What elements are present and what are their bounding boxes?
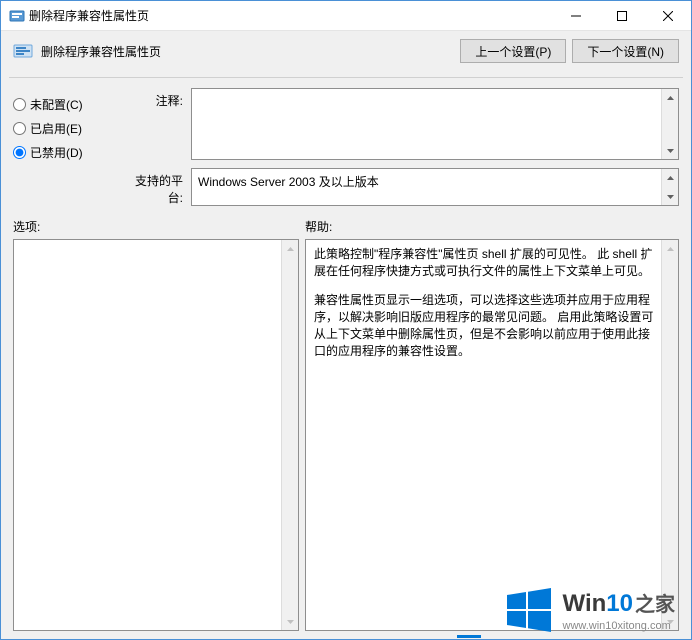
radio-disabled[interactable]: 已禁用(D) [13, 140, 109, 164]
fields-column: 注释: 支持的平台: Windows Server 2003 及以上版本 [121, 88, 679, 206]
scroll-up-icon[interactable] [662, 240, 678, 257]
radio-not-configured-label: 未配置(C) [30, 96, 83, 113]
watermark: Win10之家 www.win10xitong.com [503, 585, 675, 635]
comment-textarea[interactable] [191, 88, 679, 160]
options-scrollbar[interactable] [281, 240, 298, 630]
platform-scrollbar[interactable] [661, 169, 678, 205]
watermark-prefix: Win [563, 590, 607, 618]
close-button[interactable] [645, 1, 691, 30]
scroll-down-icon[interactable] [662, 142, 678, 159]
watermark-title: Win10之家 [563, 588, 675, 618]
radio-disabled-input[interactable] [13, 146, 26, 159]
help-scrollbar[interactable] [661, 240, 678, 630]
prev-setting-button[interactable]: 上一个设置(P) [460, 39, 566, 63]
header-subtitle: 删除程序兼容性属性页 [41, 43, 161, 60]
divider [9, 77, 683, 78]
minimize-button[interactable] [553, 1, 599, 30]
comment-scrollbar[interactable] [661, 89, 678, 159]
header-row: 删除程序兼容性属性页 上一个设置(P) 下一个设置(N) [1, 31, 691, 77]
platform-textarea[interactable]: Windows Server 2003 及以上版本 [191, 168, 679, 206]
config-area: 未配置(C) 已启用(E) 已禁用(D) 注释: [1, 88, 691, 216]
policy-icon [13, 41, 33, 61]
dialog-window: 删除程序兼容性属性页 [0, 0, 692, 640]
scroll-up-icon[interactable] [662, 89, 678, 106]
help-label: 帮助: [305, 218, 332, 235]
help-paragraph-1: 此策略控制"程序兼容性"属性页 shell 扩展的可见性。 此 shell 扩展… [314, 246, 656, 280]
maximize-button[interactable] [599, 1, 645, 30]
watermark-num: 10 [606, 590, 633, 618]
radio-enabled-input[interactable] [13, 122, 26, 135]
platform-label: 支持的平台: [121, 168, 185, 206]
platform-row: 支持的平台: Windows Server 2003 及以上版本 [121, 168, 679, 206]
lower-area: 选项: 帮助: 此策略控制"程序兼容性"属性页 shell 扩展的可见性。 此 … [1, 216, 691, 639]
radio-disabled-label: 已禁用(D) [30, 144, 83, 161]
comment-row: 注释: [121, 88, 679, 160]
radio-not-configured[interactable]: 未配置(C) [13, 92, 109, 116]
radio-group: 未配置(C) 已启用(E) 已禁用(D) [13, 88, 109, 206]
window-title: 删除程序兼容性属性页 [25, 7, 553, 24]
platform-value: Windows Server 2003 及以上版本 [198, 175, 379, 189]
help-paragraph-2: 兼容性属性页显示一组选项，可以选择这些选项并应用于应用程序，以解决影响旧版应用程… [314, 292, 656, 360]
dialog-body: 删除程序兼容性属性页 上一个设置(P) 下一个设置(N) 未配置(C) 已启用(… [1, 31, 691, 639]
window-buttons [553, 1, 691, 30]
titlebar: 删除程序兼容性属性页 [1, 1, 691, 31]
lower-labels: 选项: 帮助: [13, 216, 679, 239]
scroll-up-icon[interactable] [282, 240, 298, 257]
scroll-up-icon[interactable] [662, 169, 678, 186]
focus-indicator [457, 635, 481, 638]
radio-enabled-label: 已启用(E) [30, 120, 82, 137]
app-icon [9, 8, 25, 24]
next-setting-button[interactable]: 下一个设置(N) [572, 39, 679, 63]
watermark-suffix: 之家 [635, 588, 675, 617]
windows-logo-icon [503, 585, 553, 635]
comment-label: 注释: [121, 88, 185, 109]
scroll-down-icon[interactable] [662, 188, 678, 205]
help-panel[interactable]: 此策略控制"程序兼容性"属性页 shell 扩展的可见性。 此 shell 扩展… [305, 239, 679, 631]
panels: 此策略控制"程序兼容性"属性页 shell 扩展的可见性。 此 shell 扩展… [13, 239, 679, 631]
radio-enabled[interactable]: 已启用(E) [13, 116, 109, 140]
options-panel[interactable] [13, 239, 299, 631]
radio-not-configured-input[interactable] [13, 98, 26, 111]
options-label: 选项: [13, 218, 305, 235]
scroll-down-icon[interactable] [282, 613, 298, 630]
watermark-url: www.win10xitong.com [563, 620, 671, 632]
